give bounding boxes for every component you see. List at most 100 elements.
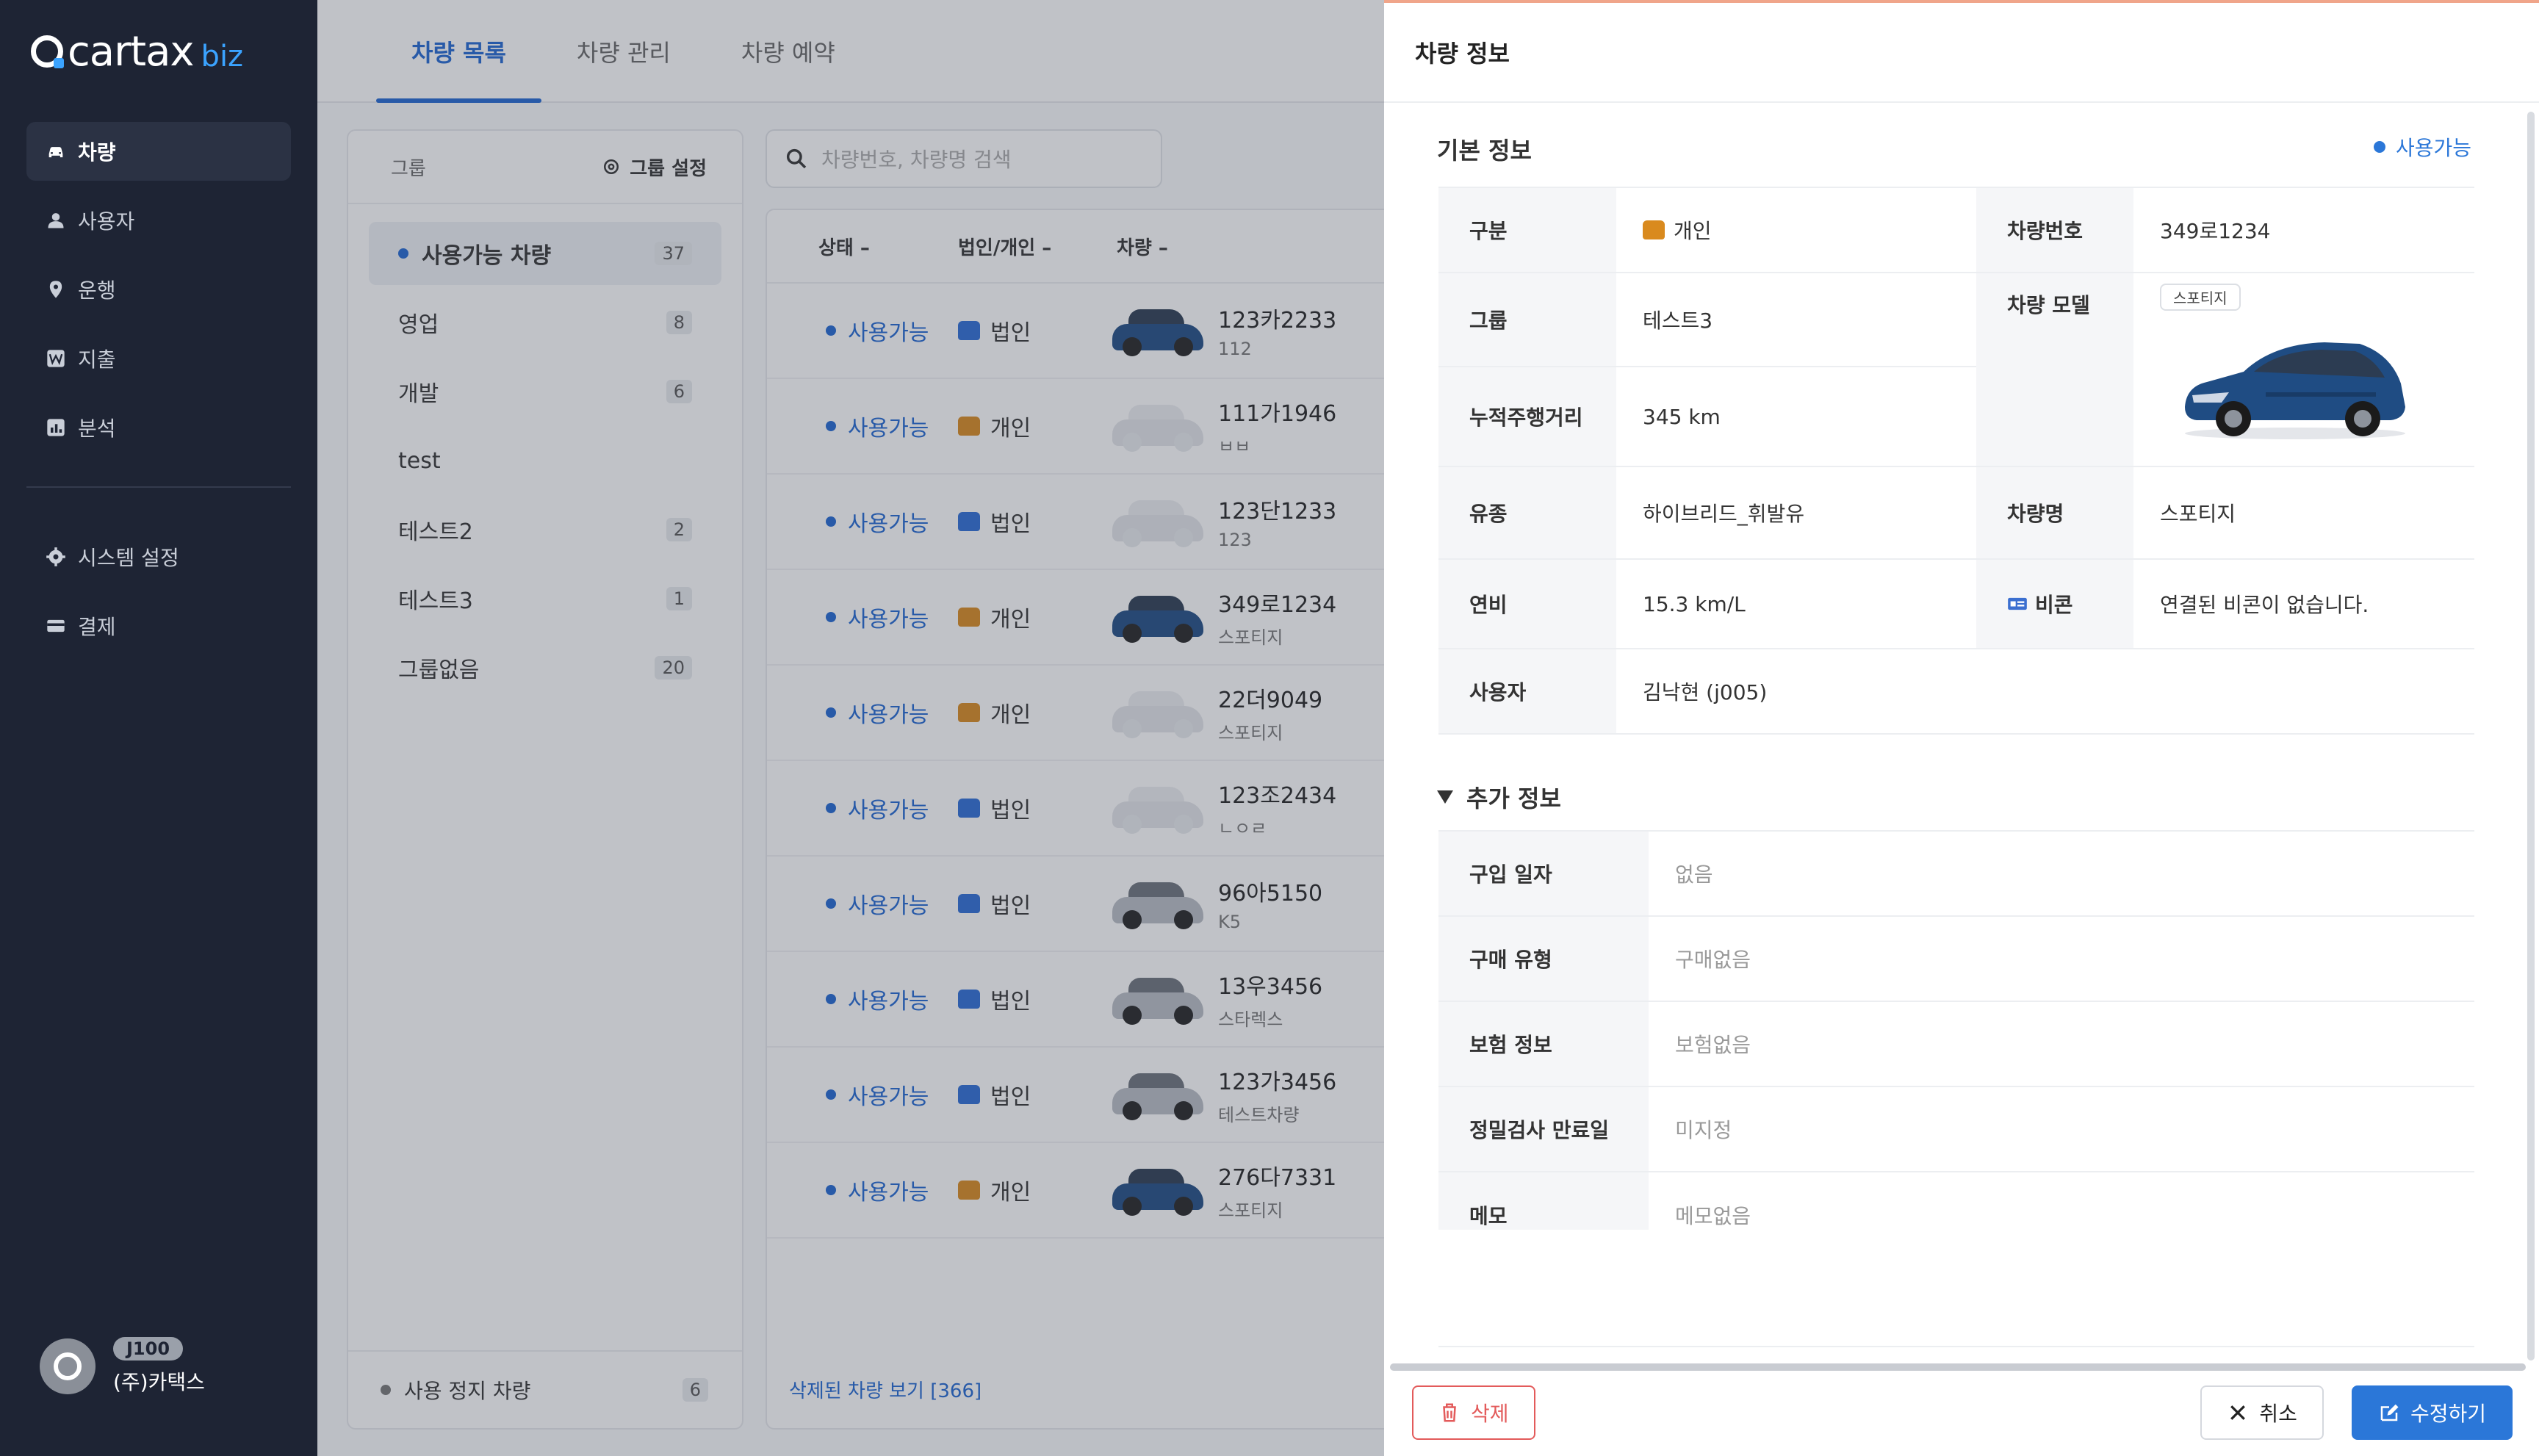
- extra-row: 메모메모없음: [1438, 1172, 2474, 1347]
- drawer-footer: 삭제 취소 수정하기: [1384, 1369, 2539, 1456]
- purchase-type-label: 구매 유형: [1438, 917, 1649, 1001]
- footer-actions: 취소 수정하기: [2200, 1385, 2513, 1440]
- status-badge: 사용가능: [2373, 132, 2471, 162]
- efficiency-value: 15.3 km/L: [1643, 591, 1746, 616]
- beacon-icon: [2008, 597, 2027, 610]
- card-icon: [46, 616, 66, 636]
- extra-info-title: 추가 정보: [1466, 785, 1561, 812]
- sidebar-item-users[interactable]: 사용자: [26, 191, 291, 250]
- sidebar-divider: [26, 486, 291, 488]
- brand-logo[interactable]: cartax biz: [31, 27, 244, 76]
- user-icon: [46, 210, 66, 231]
- model-value: 스포티지: [2133, 273, 2474, 466]
- gear-icon: [46, 547, 66, 567]
- user-value: 김낙현 (j005): [1643, 680, 1768, 704]
- app-root: cartax biz 차량 사용자 운행 지출 분석 시스템 설정 결제 J10…: [0, 0, 2539, 1456]
- plan-badge: J100: [113, 1337, 184, 1361]
- group-value: 테스트3: [1643, 309, 1713, 333]
- sidebar-item-analytics[interactable]: 분석: [26, 398, 291, 457]
- sidebar: cartax biz 차량 사용자 운행 지출 분석 시스템 설정 결제 J10…: [0, 0, 317, 1456]
- status-dot: [2373, 141, 2385, 153]
- info-row: 누적주행거리 345 km: [1438, 367, 1976, 466]
- vertical-scrollbar[interactable]: [2527, 112, 2535, 1361]
- mileage-value: 345 km: [1643, 404, 1721, 429]
- extra-row: 구입 일자 없음: [1438, 832, 2474, 917]
- caret-down-icon: [1437, 790, 1453, 804]
- sidebar-item-trips[interactable]: 운행: [26, 260, 291, 319]
- extra-info-table: 구입 일자 없음 구매 유형 구매없음 보험 정보 보험없음 정밀검사 만료일 미지정 …: [1438, 830, 2474, 1347]
- carname-label: 차량명: [1976, 467, 2133, 558]
- logo-suffix: biz: [201, 40, 244, 73]
- info-row: 구분 개인 차량번호 349로1234: [1438, 188, 2474, 273]
- sidebar-item-expenses[interactable]: 지출: [26, 329, 291, 388]
- status-text: 사용가능: [2395, 136, 2471, 160]
- delete-button[interactable]: 삭제: [1412, 1385, 1535, 1440]
- user-label: 사용자: [1438, 649, 1616, 733]
- insurance-label: 보험 정보: [1438, 1002, 1649, 1086]
- group-label: 그룹: [1438, 273, 1616, 366]
- sidebar-item-label: 사용자: [78, 209, 135, 234]
- sidebar-item-vehicles[interactable]: 차량: [26, 122, 291, 181]
- edit-icon: [2380, 1404, 2399, 1421]
- purchase-type-value: 구매없음: [1675, 948, 1751, 972]
- sidebar-item-label: 지출: [78, 347, 116, 372]
- company-name: (주)카택스: [113, 1370, 205, 1394]
- model-badge: 스포티지: [2160, 284, 2241, 311]
- sidebar-item-label: 운행: [78, 278, 116, 303]
- insurance-value: 보험없음: [1675, 1033, 1751, 1057]
- plate-value: 349로1234: [2160, 219, 2271, 243]
- user-profile[interactable]: J100 (주)카택스: [40, 1337, 205, 1396]
- efficiency-label: 연비: [1438, 560, 1616, 648]
- plate-label: 차량번호: [1976, 188, 2133, 272]
- sidebar-nav: 차량 사용자 운행 지출 분석 시스템 설정 결제: [26, 122, 291, 666]
- carname-value: 스포티지: [2160, 502, 2236, 526]
- memo-label: 메모: [1438, 1172, 1649, 1230]
- sidebar-item-label: 결제: [78, 615, 116, 639]
- delete-label: 삭제: [1471, 1402, 1509, 1426]
- sidebar-item-system-settings[interactable]: 시스템 설정: [26, 527, 291, 586]
- fuel-label: 유종: [1438, 467, 1616, 558]
- edit-label: 수정하기: [2410, 1402, 2486, 1426]
- inspection-value: 미지정: [1675, 1118, 1732, 1142]
- cancel-label: 취소: [2259, 1402, 2297, 1426]
- car-icon: [46, 141, 66, 162]
- extra-info-toggle[interactable]: 추가 정보: [1437, 780, 1561, 814]
- info-row: 사용자 김낙현 (j005): [1438, 649, 2474, 735]
- sidebar-item-label: 시스템 설정: [78, 546, 179, 570]
- info-row: 연비 15.3 km/L 비콘 연결된 비콘이 없습니다.: [1438, 560, 2474, 649]
- logo-text: cartax: [68, 27, 195, 76]
- info-row: 유종 하이브리드_휘발유 차량명 스포티지: [1438, 467, 2474, 560]
- basic-info-title: 기본 정보: [1437, 137, 1532, 165]
- trash-icon: [1443, 1403, 1456, 1422]
- cancel-button[interactable]: 취소: [2200, 1385, 2324, 1440]
- info-row: 그룹 테스트3: [1438, 273, 1976, 367]
- mileage-label: 누적주행거리: [1438, 367, 1616, 466]
- won-icon: [46, 348, 66, 369]
- model-label: 차량 모델: [1976, 273, 2133, 466]
- inspection-label: 정밀검사 만료일: [1438, 1087, 1649, 1171]
- info-row-group: 그룹 테스트3 누적주행거리 345 km 차량 모델 스포티지: [1438, 273, 2474, 467]
- extra-row: 보험 정보 보험없음: [1438, 1002, 2474, 1087]
- drawer-title: 차량 정보: [1384, 3, 2539, 103]
- sidebar-item-label: 차량: [78, 140, 116, 165]
- type-label: 구분: [1438, 188, 1616, 272]
- avatar-logo-icon: [54, 1352, 82, 1380]
- beacon-value: 연결된 비콘이 없습니다.: [2160, 593, 2369, 617]
- memo-value: 메모없음: [1675, 1204, 1751, 1228]
- avatar: [40, 1338, 96, 1394]
- fuel-value: 하이브리드_휘발유: [1643, 502, 1805, 526]
- beacon-label: 비콘: [1976, 560, 2133, 648]
- extra-row: 구매 유형 구매없음: [1438, 917, 2474, 1002]
- vehicle-photo: [2185, 342, 2405, 439]
- purchase-date-label: 구입 일자: [1438, 832, 1649, 915]
- purchase-date-value: 없음: [1675, 862, 1713, 887]
- car-icon: [1643, 220, 1665, 239]
- location-pin-icon: [46, 279, 66, 300]
- logo-mark-icon: [31, 35, 64, 68]
- edit-button[interactable]: 수정하기: [2351, 1385, 2513, 1440]
- left-cells: 그룹 테스트3 누적주행거리 345 km: [1438, 273, 1976, 466]
- close-icon: [2230, 1405, 2246, 1420]
- vehicle-detail-drawer: 차량 정보 기본 정보 사용가능 구분 개인 차량번호 349로1234 그룹 …: [1384, 0, 2539, 1456]
- basic-info-table: 구분 개인 차량번호 349로1234 그룹 테스트3 누적주행거리 345 k…: [1438, 187, 2474, 735]
- sidebar-item-billing[interactable]: 결제: [26, 597, 291, 655]
